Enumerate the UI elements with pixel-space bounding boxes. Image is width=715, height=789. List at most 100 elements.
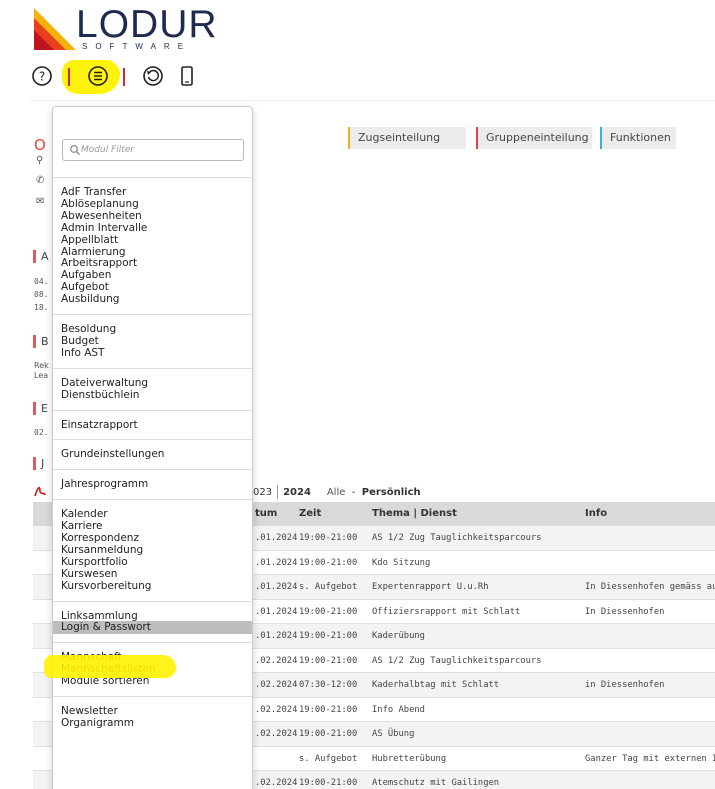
menu-item-grundeinstellungen[interactable]: Grundeinstellungen: [61, 448, 164, 460]
menu-item-abwesenheiten[interactable]: Abwesenheiten: [61, 210, 142, 222]
menu-divider: [53, 177, 252, 178]
menu-divider: [53, 409, 252, 411]
menu-item-appellblatt[interactable]: Appellblatt: [61, 234, 118, 246]
cell-topic: Expertenrapport U.u.Rh: [372, 582, 489, 592]
menu-item-besoldung[interactable]: Besoldung: [61, 323, 116, 335]
menu-item-kursvorbereitung[interactable]: Kursvorbereitung: [61, 580, 151, 592]
year-prev-link[interactable]: 023: [253, 487, 272, 498]
logo-wordmark: LODUR: [76, 3, 218, 46]
menu-item-kalender[interactable]: Kalender: [61, 508, 108, 520]
cell-time: 07:30-12:00: [299, 680, 358, 690]
pdf-export-icon[interactable]: [33, 484, 47, 498]
tab-gruppeneinteilung[interactable]: Gruppeneinteilung: [476, 127, 592, 149]
menu-item-adf-transfer[interactable]: AdF Transfer: [61, 186, 126, 198]
menu-item-jahresprogramm[interactable]: Jahresprogramm: [61, 478, 148, 490]
search-icon: [70, 145, 80, 155]
cell-date: .01.2024: [255, 533, 298, 543]
section-title-fragment: E: [41, 402, 48, 415]
text-fragment: Rek: [34, 361, 49, 370]
filter-all-link[interactable]: Alle: [327, 487, 346, 498]
year-navigation: 023 2024 Alle - Persönlich: [253, 485, 421, 499]
menu-item-organigramm[interactable]: Organigramm: [61, 717, 134, 729]
cell-topic: AS 1/2 Zug Tauglichkeitsparcours: [372, 533, 542, 543]
cell-time: 19:00-21:00: [299, 631, 358, 641]
cell-date: .02.2024: [255, 704, 298, 715]
toolbar-separator: [68, 68, 70, 86]
tab-funktionen[interactable]: Funktionen: [600, 127, 676, 149]
menu-item-einsatzrapport[interactable]: Einsatzrapport: [61, 419, 138, 431]
menu-item-linksammlung[interactable]: Linksammlung: [61, 610, 138, 622]
menu-item-ablöseplanung[interactable]: Ablöseplanung: [61, 198, 139, 210]
menu-item-newsletter[interactable]: Newsletter: [61, 705, 118, 717]
section-marker: [33, 250, 36, 263]
cell-topic: Offiziersrapport mit Schlatt: [372, 606, 521, 617]
mobile-button[interactable]: [175, 64, 199, 88]
cell-topic: Hubretterübung: [372, 753, 447, 764]
menu-item-dienstbüchlein[interactable]: Dienstbüchlein: [61, 389, 139, 401]
menu-item-info-ast[interactable]: Info AST: [61, 347, 104, 359]
menu-item-budget[interactable]: Budget: [61, 335, 99, 347]
menu-item-aufgaben[interactable]: Aufgaben: [61, 269, 111, 281]
date-fragment: 08.: [34, 290, 49, 299]
help-button[interactable]: ?: [30, 64, 54, 88]
help-icon: ?: [32, 66, 52, 86]
date-fragment: 02.: [34, 428, 49, 437]
lodur-logo: LODUR SOFTWARE: [30, 4, 220, 54]
cell-time: 19:00-21:00: [299, 704, 358, 715]
cell-date: .02.2024: [255, 655, 298, 666]
cell-date: .01.2024: [255, 557, 298, 568]
cell-topic: Info Abend: [372, 704, 425, 715]
section-title-fragment: J: [41, 457, 45, 470]
cell-topic: Kaderhalbtag mit Schlatt: [372, 680, 500, 690]
module-list-icon: [88, 66, 108, 86]
menu-item-kursanmeldung[interactable]: Kursanmeldung: [61, 544, 143, 556]
menu-item-arbeitsrapport[interactable]: Arbeitsrapport: [61, 257, 137, 269]
menu-divider: [53, 642, 252, 644]
cell-time: 19:00-21:00: [299, 729, 358, 739]
menu-item-alarmierung[interactable]: Alarmierung: [61, 246, 126, 258]
cell-topic: AS Übung: [372, 729, 415, 739]
cell-time: 19:00-21:00: [299, 655, 358, 666]
menu-item-aufgebot[interactable]: Aufgebot: [61, 281, 109, 293]
cell-topic: Atemschutz mit Gailingen: [372, 778, 500, 788]
toolbar-separator: [123, 68, 125, 86]
header-divider: [30, 100, 715, 101]
cell-date: .01.2024: [255, 582, 298, 592]
page-heading-fragment: O: [34, 136, 46, 154]
section-marker: [33, 402, 36, 415]
cell-info: In Diessenhofen: [585, 606, 665, 617]
cell-time: 19:00-21:00: [299, 778, 358, 788]
menu-item-korrespondenz[interactable]: Korrespondenz: [61, 532, 139, 544]
text-fragment: Lea: [34, 371, 49, 380]
menu-item-login-and-passwort[interactable]: Login & Passwort: [61, 621, 151, 633]
module-list-button[interactable]: [86, 64, 110, 88]
cell-time: s. Aufgebot: [299, 753, 358, 764]
menu-item-admin-intervalle[interactable]: Admin Intervalle: [61, 222, 147, 234]
menu-divider: [53, 314, 252, 315]
history-button[interactable]: [141, 64, 165, 88]
location-icon: ⚲: [36, 155, 44, 166]
menu-item-karriere[interactable]: Karriere: [61, 520, 103, 532]
cell-info: in Diessenhofen: [585, 680, 665, 690]
cell-info: Ganzer Tag mit externen Ins: [585, 753, 715, 764]
date-fragment: 04.: [34, 277, 49, 286]
section-marker: [33, 457, 36, 470]
col-header-info: Info: [585, 508, 608, 519]
cell-time: s. Aufgebot: [299, 582, 358, 592]
cell-topic: Kdo Sitzung: [372, 557, 431, 568]
filter-personal-link[interactable]: Persönlich: [362, 487, 421, 498]
tab-zugseinteilung[interactable]: Zugseinteilung: [348, 127, 466, 149]
section-title-fragment: B: [41, 335, 49, 348]
mobile-icon: [181, 66, 193, 86]
col-header-time: Zeit: [299, 508, 322, 519]
menu-item-dateiverwaltung[interactable]: Dateiverwaltung: [61, 377, 148, 389]
module-filter-input[interactable]: Modul Filter: [62, 139, 244, 161]
menu-item-kurswesen[interactable]: Kurswesen: [61, 568, 117, 580]
menu-divider: [53, 367, 252, 369]
menu-item-ausbildung[interactable]: Ausbildung: [61, 293, 119, 305]
cell-time: 19:00-21:00: [299, 533, 358, 543]
menu-divider: [53, 499, 252, 501]
cell-time: 19:00-21:00: [299, 606, 358, 617]
year-current[interactable]: 2024: [283, 487, 311, 498]
menu-item-kursportfolio[interactable]: Kursportfolio: [61, 556, 128, 568]
